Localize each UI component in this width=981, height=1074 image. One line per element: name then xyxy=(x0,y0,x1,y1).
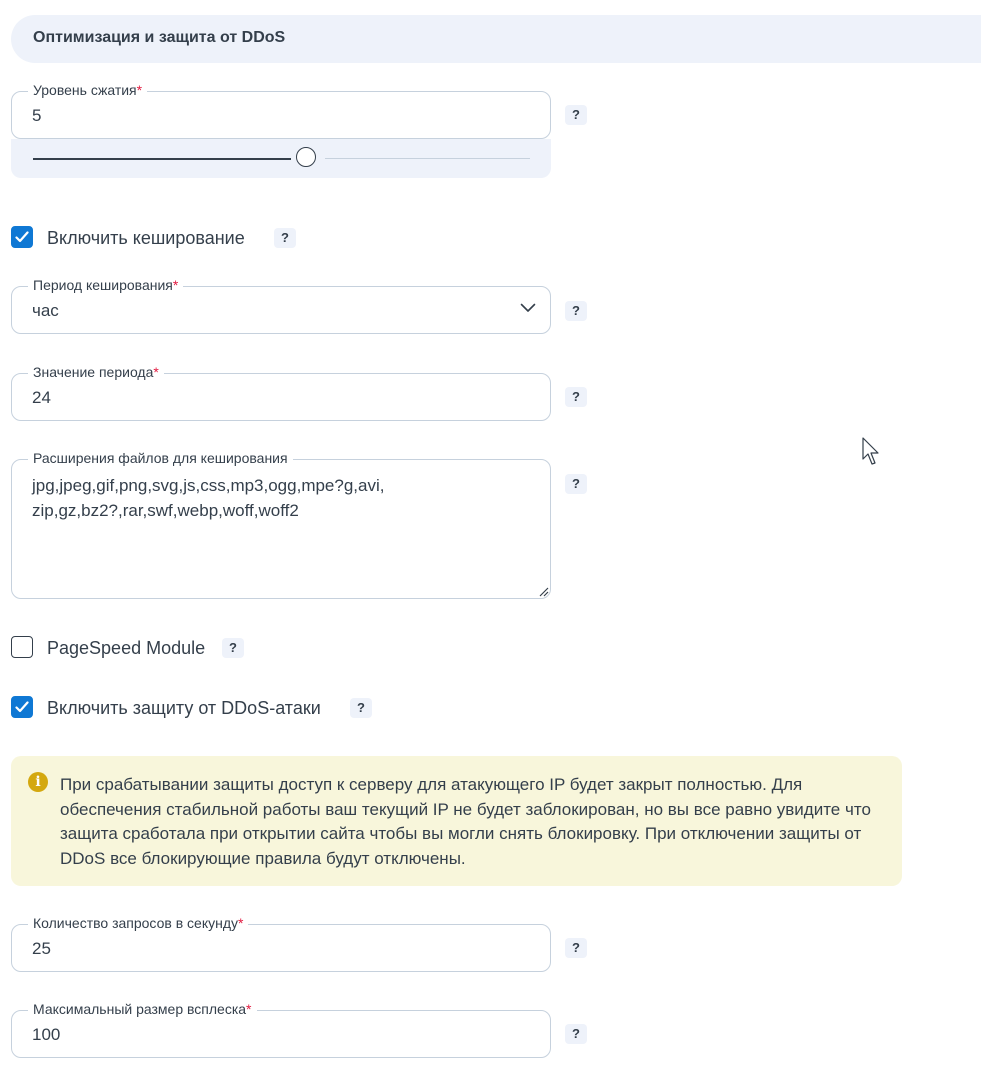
help-icon-requests[interactable]: ? xyxy=(565,938,587,958)
requests-per-second-label: Количество запросов в секунду* xyxy=(28,914,249,932)
ddos-info-text: При срабатывании защиты доступ к серверу… xyxy=(60,775,871,868)
info-icon: i xyxy=(28,772,48,792)
period-value-label: Значение периода* xyxy=(28,363,164,381)
caching-checkbox[interactable] xyxy=(11,226,33,248)
compression-level-field[interactable]: Уровень сжатия* 5 xyxy=(11,81,551,139)
help-icon-ddos[interactable]: ? xyxy=(350,698,372,718)
compression-level-value[interactable]: 5 xyxy=(32,106,41,126)
cache-period-label: Период кеширования* xyxy=(28,276,184,294)
period-value-field[interactable]: Значение периода* 24 xyxy=(11,363,551,421)
slider-track-filled xyxy=(33,158,291,160)
checkmark-icon xyxy=(15,231,29,243)
burst-size-field[interactable]: Максимальный размер всплеска* 100 xyxy=(11,1000,551,1058)
extensions-value[interactable]: jpg,jpeg,gif,png,svg,js,css,mp3,ogg,mpe?… xyxy=(32,473,392,523)
extensions-label: Расширения файлов для кеширования xyxy=(28,449,293,467)
section-title: Оптимизация и защита от DDoS xyxy=(33,29,286,46)
slider-track-empty xyxy=(325,158,530,159)
checkmark-icon xyxy=(15,701,29,713)
caching-checkbox-row[interactable]: Включить кеширование xyxy=(11,226,311,250)
cache-period-value: час xyxy=(32,301,59,320)
slider-thumb[interactable] xyxy=(296,147,316,167)
burst-size-input[interactable]: 100 xyxy=(32,1025,60,1045)
section-header: Оптимизация и защита от DDoS xyxy=(11,15,981,63)
requests-per-second-input[interactable]: 25 xyxy=(32,939,51,959)
help-icon-burst[interactable]: ? xyxy=(565,1024,587,1044)
resize-handle-icon xyxy=(539,587,549,597)
cache-period-select[interactable]: Период кеширования* час xyxy=(11,276,551,334)
help-icon-extensions[interactable]: ? xyxy=(565,474,587,494)
pagespeed-checkbox[interactable] xyxy=(11,636,33,658)
help-icon-pagespeed[interactable]: ? xyxy=(222,638,244,658)
chevron-down-icon xyxy=(520,303,536,312)
ddos-checkbox-row[interactable]: Включить защиту от DDoS-атаки xyxy=(11,696,341,720)
compression-level-label: Уровень сжатия* xyxy=(28,81,148,99)
mouse-cursor-icon xyxy=(862,437,879,465)
ddos-label: Включить защиту от DDoS-атаки xyxy=(47,698,321,718)
help-icon-cache-period[interactable]: ? xyxy=(565,301,587,321)
help-icon-caching[interactable]: ? xyxy=(274,228,296,248)
period-value-input[interactable]: 24 xyxy=(32,388,51,408)
pagespeed-label: PageSpeed Module xyxy=(47,638,206,658)
help-icon-period-value[interactable]: ? xyxy=(565,387,587,407)
compression-slider[interactable] xyxy=(11,139,551,178)
pagespeed-checkbox-row[interactable]: PageSpeed Module xyxy=(11,636,221,660)
help-icon-compression[interactable]: ? xyxy=(565,105,587,125)
ddos-info-box: i При срабатывании защиты доступ к серве… xyxy=(11,756,902,886)
extensions-textarea[interactable]: Расширения файлов для кеширования jpg,jp… xyxy=(11,449,551,599)
burst-size-label: Максимальный размер всплеска* xyxy=(28,1000,257,1018)
ddos-checkbox[interactable] xyxy=(11,696,33,718)
caching-label: Включить кеширование xyxy=(47,228,245,248)
requests-per-second-field[interactable]: Количество запросов в секунду* 25 xyxy=(11,914,551,972)
